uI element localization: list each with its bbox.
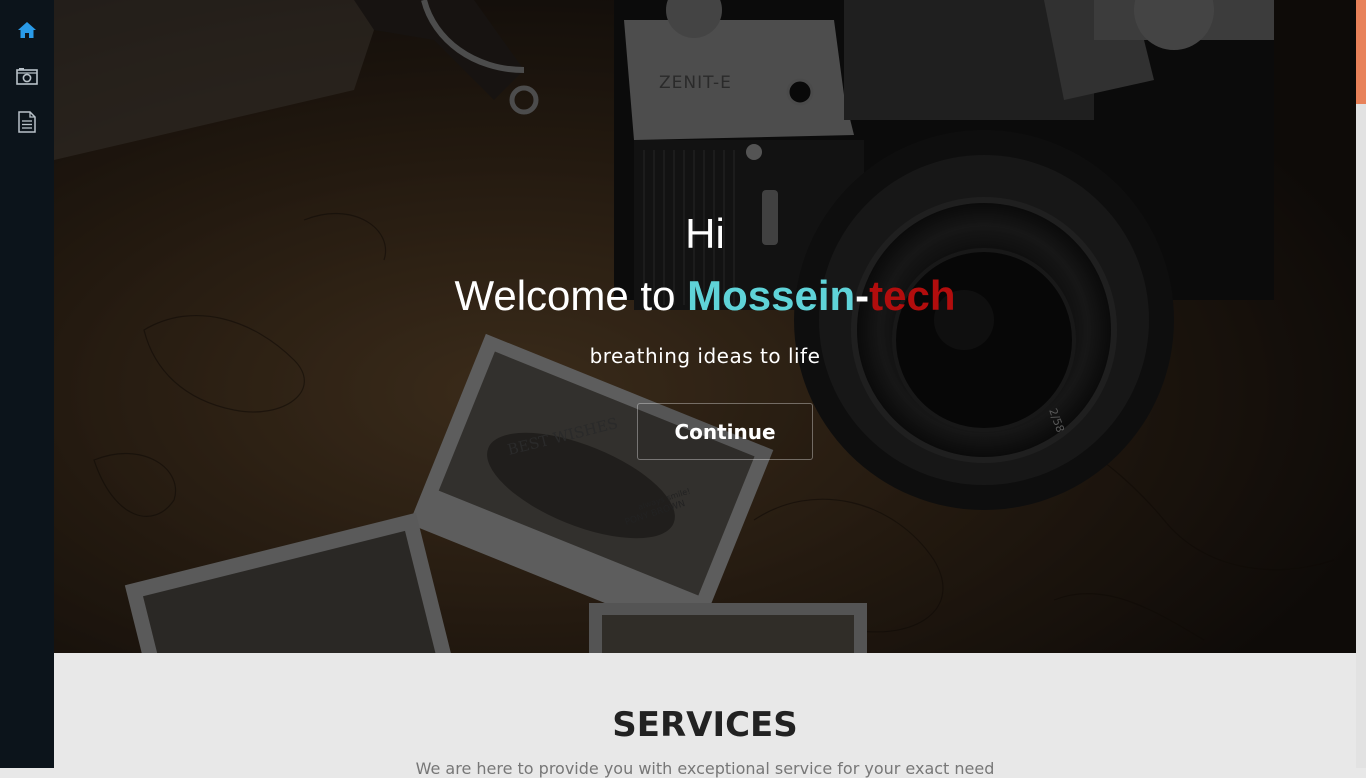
hero-content: Hi Welcome to Mossein-tech breathing ide… (54, 0, 1356, 653)
brand-name-dash: - (855, 272, 870, 319)
brand-name-part1: Mossein (687, 272, 856, 319)
continue-button[interactable]: Continue (637, 403, 813, 460)
hero-greeting: Hi (685, 210, 725, 257)
hero-welcome-heading: Welcome to Mossein-tech (54, 272, 1356, 320)
home-icon (18, 22, 36, 38)
nav-gallery-button[interactable] (15, 64, 39, 88)
sidebar (0, 0, 54, 768)
scrollbar-thumb[interactable] (1356, 0, 1366, 104)
nav-documents-button[interactable] (15, 110, 39, 134)
services-subtitle: We are here to provide you with exceptio… (415, 759, 995, 778)
nav-home-button[interactable] (15, 18, 39, 42)
page-scrollbar[interactable] (1356, 0, 1366, 768)
camera-icon (16, 68, 38, 85)
services-section: SERVICES We are here to provide you with… (54, 653, 1356, 778)
hero-tagline: breathing ideas to life (589, 344, 821, 368)
brand-name-part2: tech (869, 272, 956, 319)
services-title: SERVICES (612, 705, 798, 745)
document-icon (18, 111, 36, 133)
welcome-prefix: Welcome to (454, 272, 688, 319)
hero-section: ZENIT-E BEST WISHES always smile! PONY B… (54, 0, 1356, 653)
